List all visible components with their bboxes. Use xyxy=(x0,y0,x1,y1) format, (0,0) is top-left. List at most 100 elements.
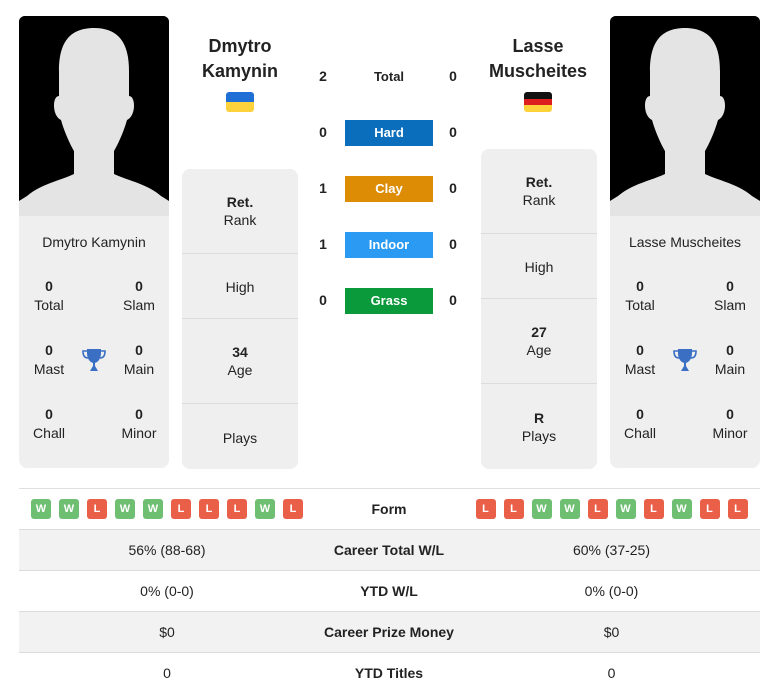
form-result-badge[interactable]: L xyxy=(171,499,191,519)
career-total-wl-row: 56% (88-68) Career Total W/L 60% (37-25) xyxy=(19,530,760,571)
left-titles-chall-value: 0 xyxy=(45,406,53,422)
left-player-last-name: Kamynin xyxy=(201,61,279,81)
right-plays-label: Plays xyxy=(521,427,557,444)
right-titles-main-value: 0 xyxy=(726,342,734,358)
left-high-label: High xyxy=(225,279,255,295)
form-result-badge[interactable]: L xyxy=(283,499,303,519)
ytd-wl-label: YTD W/L xyxy=(360,583,418,599)
h2h-total-left: 2 xyxy=(319,68,327,84)
left-player-info: Ret. Rank High 34 Age Plays xyxy=(182,169,298,469)
form-result-badge[interactable]: W xyxy=(59,499,79,519)
right-titles-chall-label: Chall xyxy=(624,425,656,441)
left-titles-minor-value: 0 xyxy=(135,406,143,422)
left-titles-chall: 0 Chall xyxy=(19,406,79,441)
form-row: WWLWWLLLWL Form LLWWLWLWLL xyxy=(19,489,760,530)
surface-hard-badge[interactable]: Hard xyxy=(345,120,433,146)
left-titles-main: 0 Main xyxy=(109,342,169,377)
left-career-prize-money: $0 xyxy=(159,624,175,640)
right-player-card: Lasse Muscheites 0 Total 0 Slam 0 Mast 0… xyxy=(610,216,760,468)
left-titles-main-value: 0 xyxy=(135,342,143,358)
right-info-high: High xyxy=(481,234,597,299)
h2h-clay-left: 1 xyxy=(319,180,327,196)
ytd-wl-row: 0% (0-0) YTD W/L 0% (0-0) xyxy=(19,571,760,612)
right-rank-label: Rank xyxy=(522,192,556,208)
h2h-total-label: Total xyxy=(373,69,405,84)
form-result-badge[interactable]: W xyxy=(115,499,135,519)
form-result-badge[interactable]: L xyxy=(727,499,748,519)
left-titles-slam-value: 0 xyxy=(135,278,143,294)
left-info-rank: Ret. Rank xyxy=(182,169,298,254)
right-titles-chall: 0 Chall xyxy=(610,406,670,441)
right-career-prize-money: $0 xyxy=(603,624,620,640)
right-player-info: Ret. Rank High 27 Age R Plays xyxy=(481,149,597,469)
ytd-titles-row: 0 YTD Titles 0 xyxy=(19,653,760,694)
form-result-badge[interactable]: L xyxy=(503,499,524,519)
h2h-hard-right: 0 xyxy=(449,124,457,140)
surface-clay-badge[interactable]: Clay xyxy=(345,176,433,202)
left-titles-mast: 0 Mast xyxy=(19,342,79,377)
career-prize-money-row: $0 Career Prize Money $0 xyxy=(19,612,760,653)
form-result-badge[interactable]: L xyxy=(587,499,608,519)
form-result-badge[interactable]: L xyxy=(643,499,664,519)
right-form-badges: LLWWLWLWLL xyxy=(463,489,760,529)
left-titles-chall-label: Chall xyxy=(33,425,65,441)
ytd-titles-label: YTD Titles xyxy=(354,665,424,681)
h2h-indoor-right: 0 xyxy=(449,236,457,252)
right-plays-value: R xyxy=(533,409,545,426)
form-result-badge[interactable]: W xyxy=(671,499,692,519)
left-titles-minor: 0 Minor xyxy=(109,406,169,441)
surface-grass-badge[interactable]: Grass xyxy=(345,288,433,314)
right-titles-slam-label: Slam xyxy=(714,297,746,313)
right-rank-value: Ret. xyxy=(525,174,553,190)
form-result-badge[interactable]: L xyxy=(699,499,720,519)
left-titles-total-label: Total xyxy=(34,297,64,313)
left-plays-label: Plays xyxy=(222,429,258,446)
surface-indoor-badge[interactable]: Indoor xyxy=(345,232,433,258)
trophy-icon xyxy=(82,349,106,371)
form-result-badge[interactable]: W xyxy=(559,499,580,519)
form-result-badge[interactable]: L xyxy=(199,499,219,519)
h2h-total-row: 2 Total 0 xyxy=(310,64,470,90)
form-result-badge[interactable]: W xyxy=(31,499,51,519)
form-result-badge[interactable]: W xyxy=(143,499,163,519)
left-titles-total-value: 0 xyxy=(45,278,53,294)
left-info-high: High xyxy=(182,254,298,319)
form-result-badge[interactable]: W xyxy=(531,499,552,519)
left-career-total-wl: 56% (88-68) xyxy=(128,542,206,558)
left-form-badges: WWLWWLLLWL xyxy=(19,489,315,529)
right-ytd-wl: 0% (0-0) xyxy=(584,583,639,599)
form-result-badge[interactable]: L xyxy=(227,499,247,519)
left-titles-minor-label: Minor xyxy=(121,425,157,441)
trophy-icon xyxy=(673,349,697,371)
right-titles-minor-value: 0 xyxy=(726,406,734,422)
left-age-label: Age xyxy=(227,362,253,378)
left-info-plays: Plays xyxy=(182,404,298,469)
left-titles-slam-label: Slam xyxy=(123,297,155,313)
germany-flag-icon xyxy=(524,92,552,112)
player-silhouette-icon xyxy=(610,16,760,216)
right-titles-mast-label: Mast xyxy=(624,361,656,377)
right-player-name[interactable]: Lasse Muscheites xyxy=(463,34,613,84)
player-silhouette-icon xyxy=(19,16,169,216)
form-result-badge[interactable]: L xyxy=(475,499,496,519)
right-titles-chall-value: 0 xyxy=(636,406,644,422)
form-label: Form xyxy=(371,501,407,517)
left-player-name[interactable]: Dmytro Kamynin xyxy=(165,34,315,84)
right-player-last-name: Muscheites xyxy=(488,61,588,81)
h2h-hard-row: 0 Hard 0 xyxy=(310,120,470,146)
form-result-badge[interactable]: W xyxy=(615,499,636,519)
h2h-clay-right: 0 xyxy=(449,180,457,196)
right-titles-total: 0 Total xyxy=(610,278,670,313)
form-result-badge[interactable]: L xyxy=(87,499,107,519)
right-titles-main: 0 Main xyxy=(700,342,760,377)
h2h-clay-row: 1 Clay 0 xyxy=(310,176,470,202)
right-age-label: Age xyxy=(526,342,552,358)
h2h-hard-left: 0 xyxy=(319,124,327,140)
right-high-label: High xyxy=(524,259,554,275)
right-age-value: 27 xyxy=(531,324,547,340)
right-info-rank: Ret. Rank xyxy=(481,149,597,234)
form-result-badge[interactable]: W xyxy=(255,499,275,519)
career-prize-money-label: Career Prize Money xyxy=(324,624,454,640)
left-titles-total: 0 Total xyxy=(19,278,79,313)
right-titles-slam-value: 0 xyxy=(726,278,734,294)
